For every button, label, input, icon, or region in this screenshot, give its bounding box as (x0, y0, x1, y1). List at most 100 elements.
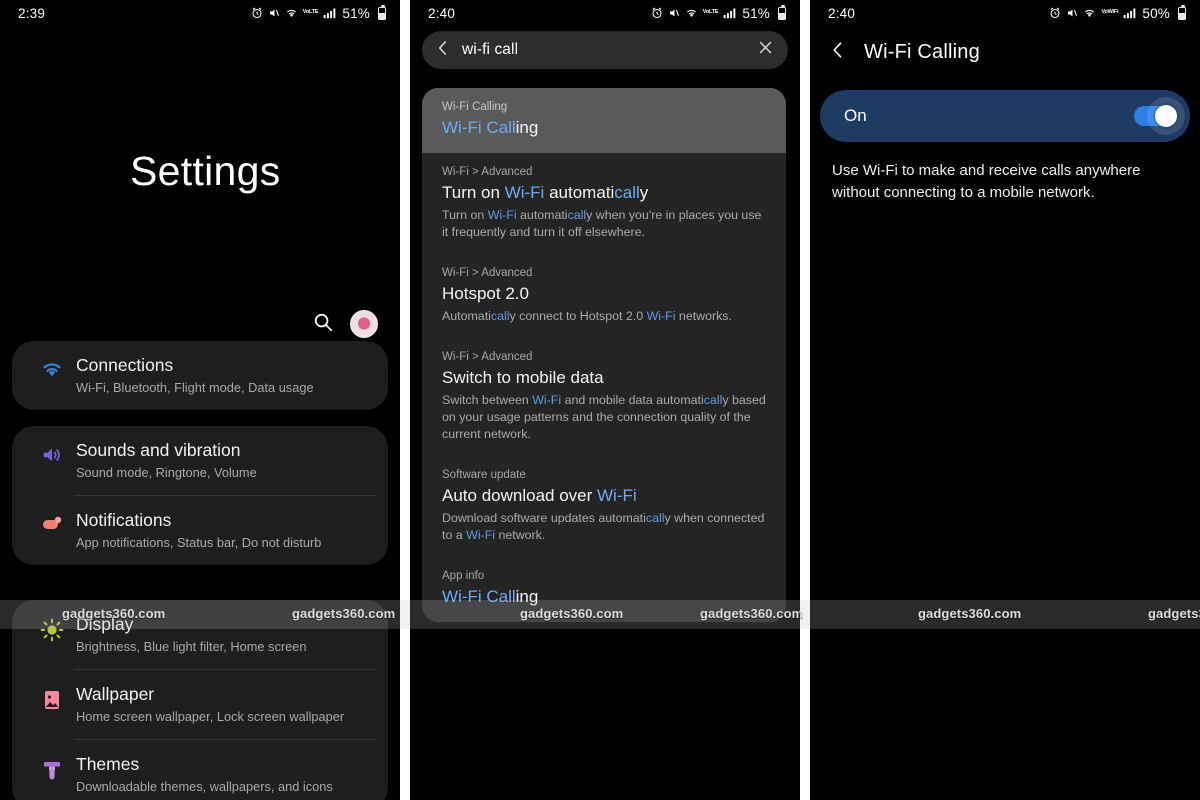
search-result-item[interactable]: Wi-Fi > Advanced Turn on Wi-Fi automatic… (422, 153, 786, 254)
text-run: automati (544, 183, 615, 202)
phone-screen-settings-home: 2:39 VoLTE 51% Settings Connections Wi-F… (0, 0, 400, 800)
match-highlight: Wi-Fi (597, 486, 637, 505)
text-run: automati (516, 208, 568, 222)
phone-screen-settings-search: 2:40 VoLTE 51% wi-fi call Wi-Fi Calling … (410, 0, 800, 800)
battery-percent: 51% (742, 5, 770, 21)
panel-gutter-2 (800, 0, 810, 800)
match-highlight: call (645, 511, 665, 525)
item-subtitle: App notifications, Status bar, Do not di… (76, 535, 322, 550)
sidebar-item-sounds-and-vibration[interactable]: Sounds and vibration Sound mode, Rington… (12, 426, 388, 495)
signal-icon (723, 7, 736, 19)
sidebar-item-display[interactable]: Display Brightness, Blue light filter, H… (12, 600, 388, 669)
match-highlight: Wi-Fi (646, 309, 676, 323)
search-results-list: Wi-Fi Calling Wi-Fi Calling Wi-Fi > Adva… (422, 88, 786, 622)
settings-group-sound-notifications: Sounds and vibration Sound mode, Rington… (12, 426, 388, 565)
result-breadcrumb: Wi-Fi > Advanced (442, 351, 533, 363)
search-result-item[interactable]: Wi-Fi > Advanced Hotspot 2.0 Automatical… (422, 254, 786, 338)
item-subtitle: Brightness, Blue light filter, Home scre… (76, 639, 307, 654)
switch-knob (1155, 105, 1177, 127)
search-icon[interactable] (312, 311, 334, 338)
text-run: ing (515, 118, 539, 137)
status-clock: 2:40 (428, 5, 456, 21)
wifi-calling-switch[interactable] (1134, 97, 1185, 135)
battery-icon (1178, 4, 1186, 20)
wifi-icon (285, 7, 298, 19)
avatar[interactable] (350, 310, 378, 338)
text-run: Switch between (442, 393, 533, 407)
close-icon[interactable] (757, 39, 774, 61)
search-result-item[interactable]: Wi-Fi Calling Wi-Fi Calling (422, 88, 786, 153)
match-highlight: call (567, 208, 587, 222)
back-arrow-icon[interactable] (828, 40, 848, 65)
result-description: Download software updates automatically … (442, 510, 768, 544)
status-icons: VoLTE 51% (251, 4, 386, 21)
toggle-label: On (844, 106, 867, 125)
text-run: Turn on (442, 183, 505, 202)
text-run: ing (515, 587, 539, 606)
wifi-icon (685, 7, 698, 19)
battery-icon (778, 4, 786, 20)
item-title: Sounds and vibration (76, 440, 241, 460)
result-breadcrumb: Wi-Fi > Advanced (442, 166, 533, 178)
back-arrow-icon[interactable] (434, 39, 452, 62)
screenshot-root: 2:39 VoLTE 51% Settings Connections Wi-F… (0, 0, 1200, 800)
search-result-item[interactable]: Software update Auto download over Wi-Fi… (422, 456, 786, 557)
text-run: 2.0 (500, 284, 529, 303)
sidebar-item-notifications[interactable]: Notifications App notifications, Status … (12, 496, 388, 565)
status-icons: VoLTE 51% (651, 4, 786, 21)
result-breadcrumb: Wi-Fi Calling (442, 101, 508, 113)
alarm-icon (651, 7, 663, 19)
match-highlight: call (703, 393, 723, 407)
result-description: Turn on Wi-Fi automatically when you're … (442, 207, 768, 241)
alarm-icon (251, 7, 263, 19)
signal-icon (323, 7, 336, 19)
volte-icon: VoLTE (702, 9, 719, 16)
settings-group-display-personalization: Display Brightness, Blue light filter, H… (12, 600, 388, 800)
alarm-icon (1049, 7, 1061, 19)
battery-icon (378, 4, 386, 20)
page-title: Settings (130, 148, 281, 194)
mute-icon (1066, 7, 1078, 19)
item-title: Connections (76, 355, 174, 375)
search-bar[interactable]: wi-fi call (422, 31, 788, 69)
item-subtitle: Downloadable themes, wallpapers, and ico… (76, 779, 333, 794)
mute-icon (268, 7, 280, 19)
item-title: Display (76, 614, 134, 634)
result-description: Switch between Wi-Fi and mobile data aut… (442, 392, 768, 443)
wifi-calling-toggle-row[interactable]: On (820, 90, 1190, 142)
volte-icon: VoLTE (302, 9, 319, 16)
text-run: y (639, 183, 649, 202)
mute-icon (668, 7, 680, 19)
match-highlight: Wi-Fi (487, 208, 517, 222)
text-run: Download software updates automati (442, 511, 646, 525)
wallpaper-icon (30, 683, 74, 712)
match-highlight: Wi-Fi (532, 393, 562, 407)
app-bar: Wi-Fi Calling (810, 26, 1200, 65)
text-run: Switch to mobile data (442, 368, 604, 387)
text-run: Turn on (442, 208, 488, 222)
item-subtitle: Wi-Fi, Bluetooth, Flight mode, Data usag… (76, 380, 314, 395)
result-breadcrumb: App info (442, 570, 485, 582)
text-run: Auto download over (442, 486, 597, 505)
sidebar-item-connections[interactable]: Connections Wi-Fi, Bluetooth, Flight mod… (12, 341, 388, 410)
sidebar-item-themes[interactable]: Themes Downloadable themes, wallpapers, … (12, 740, 388, 800)
page-title: Wi-Fi Calling (864, 41, 980, 63)
search-result-item[interactable]: Wi-Fi > Advanced Switch to mobile data S… (422, 338, 786, 456)
status-clock: 2:39 (18, 5, 46, 21)
text-run: y connect to Hotspot 2.0 (509, 309, 647, 323)
status-bar: 2:40 VoLTE 51% (410, 0, 800, 26)
item-title: Notifications (76, 510, 172, 530)
search-result-item[interactable]: App info Wi-Fi Calling (422, 557, 786, 622)
notification-icon (30, 509, 74, 534)
text-run: Automati (442, 309, 491, 323)
sidebar-item-wallpaper[interactable]: Wallpaper Home screen wallpaper, Lock sc… (12, 670, 388, 739)
text-run: Hotspo (442, 284, 496, 303)
search-input[interactable]: wi-fi call (452, 41, 757, 59)
result-title: Wi-Fi Calling (442, 116, 768, 140)
brightness-icon (30, 613, 74, 642)
match-highlight: Wi-Fi (504, 183, 545, 202)
result-title: Switch to mobile data (442, 366, 768, 390)
match-highlight: call (614, 183, 640, 202)
item-subtitle: Sound mode, Ringtone, Volume (76, 465, 257, 480)
match-highlight: call (490, 309, 510, 323)
